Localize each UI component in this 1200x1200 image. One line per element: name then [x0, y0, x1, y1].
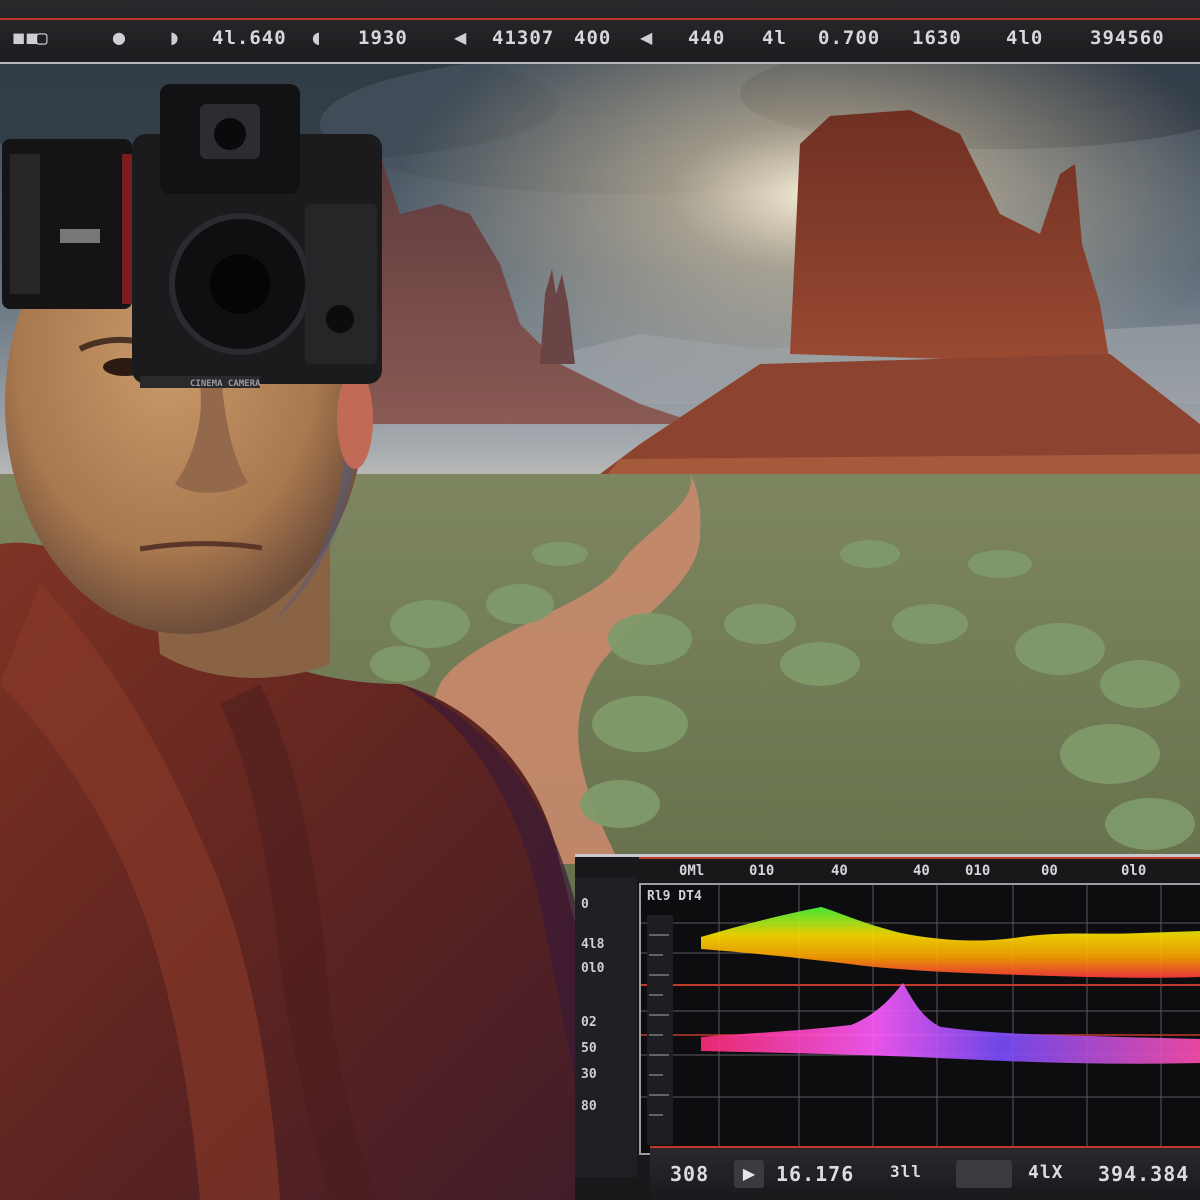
scope-header-tick: 0Ml [679, 863, 705, 879]
rewind-icon[interactable]: ◀ [454, 28, 466, 47]
top-readout-prefix: ▢ [36, 27, 49, 49]
top-timecode-bar: ◼◼ ▢ ● ◗ 4l.640 ◖ 1930 ◀ 41307 400 ◀ 440… [0, 0, 1200, 64]
top-readout-2: 1930 [358, 27, 408, 49]
marker-icon[interactable]: ● [112, 28, 126, 47]
timecode-mid: 16.176 [776, 1162, 855, 1186]
scope-left-value: 30 [581, 1067, 597, 1082]
top-readouts: ◼◼ ▢ ● ◗ 4l.640 ◖ 1930 ◀ 41307 400 ◀ 440… [0, 24, 1200, 56]
scope-left-column: 0 4l8 0l0 02 50 30 80 [575, 877, 637, 1177]
top-readout-8: 1630 [912, 27, 962, 49]
top-readout-7: 0.700 [818, 27, 881, 49]
scope-left-value: 80 [581, 1099, 597, 1114]
loop-icon[interactable]: ◗ [170, 28, 178, 47]
back-icon[interactable]: ◀ [640, 28, 652, 47]
step-back-icon[interactable]: ◖ [312, 28, 320, 47]
scope-header-tick: 0l0 [1121, 863, 1147, 879]
top-readout-5: 440 [688, 27, 726, 49]
camera-body: CINEMA CAMERA [2, 84, 382, 389]
label-b: 4lX [1028, 1162, 1064, 1183]
record-icon[interactable]: ◼◼ [12, 28, 39, 47]
timecode-right: 394.384 [1098, 1162, 1190, 1186]
mode-button[interactable] [956, 1160, 1012, 1188]
camera-label: CINEMA CAMERA [190, 379, 261, 389]
top-readout-6: 4l [762, 27, 787, 49]
scope-left-value: 0 [581, 897, 589, 912]
label-a: 3ll [890, 1162, 922, 1181]
top-bar-playhead-line [0, 18, 1200, 20]
scope-header-tick: 40 [831, 863, 848, 879]
timecode-left: 308 [670, 1162, 710, 1186]
top-readout-1: 4l.640 [212, 27, 287, 49]
top-readout-3: 41307 [492, 27, 555, 49]
top-readout-4: 400 [574, 27, 612, 49]
scope-header-tick: 010 [965, 863, 991, 879]
scope-header-tick: 010 [749, 863, 775, 879]
top-readout-9: 4l0 [1006, 27, 1044, 49]
scope-left-value: 02 [581, 1015, 597, 1030]
scope-left-value: 50 [581, 1041, 597, 1056]
play-icon[interactable]: ▶ [734, 1160, 764, 1188]
scope-traces [641, 885, 1200, 1153]
scope-header-tick: 00 [1041, 863, 1058, 879]
bottom-transport-bar: 308 ▶ 16.176 3ll 4lX 394.384 [650, 1146, 1200, 1200]
scope-header-tick: 40 [913, 863, 930, 879]
scope-screen: Rl9 DT4 [639, 883, 1200, 1155]
landscape-scene: CINEMA CAMERA 0 4l8 0l0 02 50 30 80 0Ml … [0, 64, 1200, 1200]
scope-left-value: 4l8 [581, 937, 605, 952]
top-readout-10: 394560 [1090, 27, 1165, 49]
scope-left-value: 0l0 [581, 961, 605, 976]
scope-header: 0Ml 010 40 40 010 00 0l0 [639, 857, 1200, 883]
